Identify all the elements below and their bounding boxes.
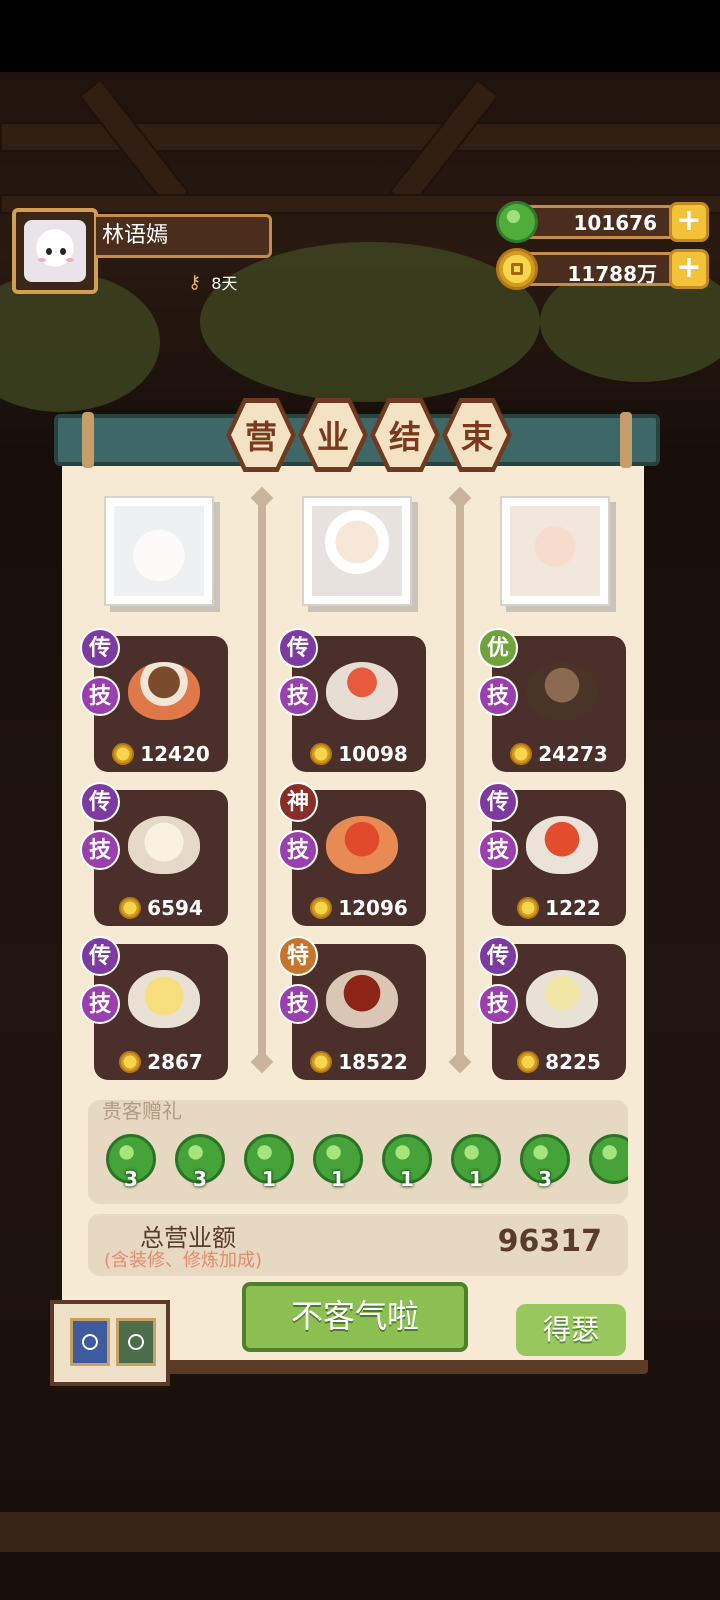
coin-icon <box>310 897 333 919</box>
dish-price: 12420 <box>140 742 210 766</box>
title-tile: 结 <box>370 398 440 472</box>
jade-gift-icon: 1 <box>451 1134 501 1191</box>
guest-portrait-1[interactable] <box>104 496 214 606</box>
player-name: 林语嫣 <box>96 214 272 258</box>
rank-badge: 传 <box>478 782 518 822</box>
skill-badge: 技 <box>478 830 518 870</box>
skill-badge: 技 <box>278 830 318 870</box>
guest-portrait-2[interactable] <box>302 496 412 606</box>
avatar-eye <box>60 248 66 255</box>
avatar-blush <box>66 258 74 262</box>
skill-badge: 技 <box>278 676 318 716</box>
gift-count: 1 <box>400 1167 414 1191</box>
title-tile: 业 <box>298 398 368 472</box>
gifts-title: 贵客赠礼 <box>102 1099 182 1123</box>
gift-count: 3 <box>538 1167 552 1191</box>
coin-icon <box>510 743 533 765</box>
gift-count: 1 <box>469 1167 483 1191</box>
scroll-rod <box>82 412 94 468</box>
rank-badge: 传 <box>80 936 120 976</box>
dish-image <box>326 662 398 720</box>
gift-count: 1 <box>262 1167 276 1191</box>
avatar-portrait <box>24 220 86 282</box>
jade-resource-bar: 101676 + <box>510 202 709 242</box>
dish-price: 2867 <box>147 1050 203 1074</box>
key-icon: ⚷ <box>188 271 202 293</box>
panel-title: 营 业 结 束 <box>226 398 512 472</box>
tool-tray <box>50 1300 170 1386</box>
jade-gift-icon-partial <box>589 1134 628 1184</box>
rank-badge: 传 <box>278 628 318 668</box>
skill-badge: 技 <box>80 830 120 870</box>
scroll-rod <box>620 412 632 468</box>
dish-image <box>526 816 598 874</box>
jade-gift-icon: 1 <box>382 1134 432 1191</box>
coin-icon <box>496 248 538 290</box>
gift-count: 1 <box>331 1167 345 1191</box>
skill-badge: 技 <box>278 984 318 1024</box>
skill-badge: 技 <box>80 676 120 716</box>
dish-image <box>326 816 398 874</box>
dish-image <box>128 970 200 1028</box>
dish-price: 8225 <box>545 1050 601 1074</box>
player-avatar[interactable] <box>12 208 98 294</box>
camera-tool-icon[interactable] <box>116 1318 156 1366</box>
guest-portrait-3[interactable] <box>500 496 610 606</box>
coin-icon <box>112 743 135 765</box>
column-divider <box>456 500 464 1060</box>
coin-amount: 11788万 <box>567 262 657 286</box>
skill-badge: 技 <box>478 984 518 1024</box>
jade-gift-icon: 1 <box>244 1134 294 1191</box>
rank-badge: 优 <box>478 628 518 668</box>
rank-badge: 神 <box>278 782 318 822</box>
add-jade-button[interactable]: + <box>669 202 709 242</box>
confirm-button[interactable]: 不客气啦 <box>242 1282 468 1352</box>
dish-image <box>128 662 200 720</box>
add-coins-button[interactable]: + <box>669 249 709 289</box>
dish-price: 10098 <box>338 742 408 766</box>
jade-gift-icon: 3 <box>520 1134 570 1191</box>
dish-price: 24273 <box>538 742 608 766</box>
dish-image <box>526 662 598 720</box>
jade-amount: 101676 <box>573 211 658 235</box>
jade-gift-icon: 1 <box>313 1134 363 1191</box>
coin-resource-bar: 11788万 + <box>510 249 709 289</box>
dish-price: 12096 <box>338 896 408 920</box>
coin-icon <box>310 743 333 765</box>
title-tile: 营 <box>226 398 296 472</box>
coin-icon <box>119 897 142 919</box>
avatar-eye <box>46 248 52 255</box>
dish-price: 6594 <box>147 896 203 920</box>
dish-image <box>326 970 398 1028</box>
dish-price: 18522 <box>338 1050 408 1074</box>
coin-icon <box>310 1051 333 1073</box>
coin-icon <box>119 1051 142 1073</box>
jade-gift-icon: 3 <box>175 1134 225 1191</box>
title-tile: 束 <box>442 398 512 472</box>
rank-badge: 传 <box>478 936 518 976</box>
total-revenue-value: 96317 <box>497 1224 602 1259</box>
dish-image <box>526 970 598 1028</box>
days-value: 8天 <box>211 274 238 293</box>
brag-button[interactable]: 得瑟 <box>516 1304 626 1356</box>
days-counter: ⚷ 8天 <box>188 270 237 294</box>
coin-icon <box>517 897 540 919</box>
dish-price: 1222 <box>545 896 601 920</box>
total-revenue-note: (含装修、修炼加成) <box>104 1250 263 1271</box>
skill-badge: 技 <box>478 676 518 716</box>
jade-icon <box>496 201 538 243</box>
floor-beam <box>0 1512 720 1552</box>
rank-badge: 传 <box>80 628 120 668</box>
dish-image <box>128 816 200 874</box>
skill-badge: 技 <box>80 984 120 1024</box>
avatar-blush <box>38 258 46 262</box>
settings-tool-icon[interactable] <box>70 1318 110 1366</box>
rank-badge: 特 <box>278 936 318 976</box>
gift-count: 3 <box>193 1167 207 1191</box>
rank-badge: 传 <box>80 782 120 822</box>
jade-gift-icon: 3 <box>106 1134 156 1191</box>
column-divider <box>258 500 266 1060</box>
coin-icon <box>517 1051 540 1073</box>
gift-count: 3 <box>124 1167 138 1191</box>
